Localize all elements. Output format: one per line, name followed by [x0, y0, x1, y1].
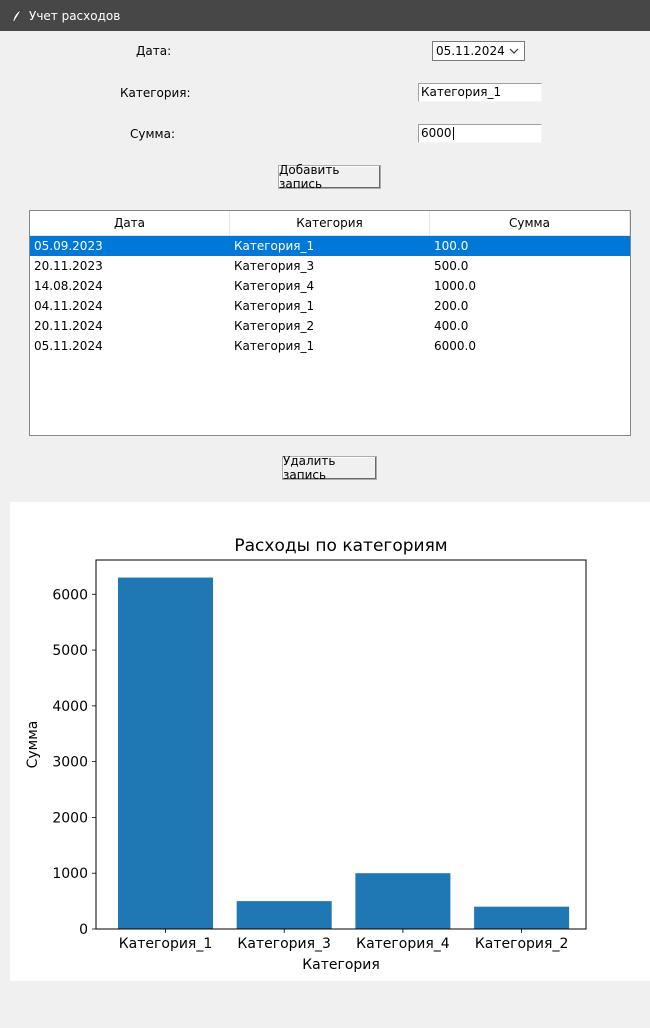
column-header-sum[interactable]: Сумма: [430, 211, 630, 235]
cell-category: Категория_3: [234, 259, 315, 273]
table-row[interactable]: 05.11.2024 Категория_1 6000.0: [30, 336, 630, 356]
add-record-button[interactable]: Добавить запись: [278, 163, 381, 191]
x-tick-label: Категория_2: [475, 936, 569, 952]
window-title: Учет расходов: [29, 8, 121, 23]
cell-sum: 6000.0: [434, 339, 476, 353]
cell-sum: 400.0: [434, 319, 469, 333]
feather-icon: [12, 8, 22, 23]
date-value: 05.11.2024: [436, 44, 505, 58]
cell-date: 05.11.2024: [34, 339, 103, 353]
cell-date: 05.09.2023: [34, 239, 103, 253]
title-bar: Учет расходов: [0, 0, 650, 31]
category-label: Категория:: [120, 86, 191, 100]
cell-category: Категория_4: [234, 279, 315, 293]
cell-category: Категория_1: [234, 299, 315, 313]
chart-figure: Категория_1 Категория_3 Категория_4 Категор…: [10, 502, 650, 981]
sum-label: Сумма:: [130, 127, 175, 141]
delete-record-button[interactable]: Удалить запись: [282, 454, 377, 482]
cell-sum: 1000.0: [434, 279, 476, 293]
table-header: Дата Категория Сумма: [30, 211, 630, 236]
cell-category: Категория_2: [234, 319, 315, 333]
cell-date: 04.11.2024: [34, 299, 103, 313]
y-tick-label: 1000: [52, 866, 88, 882]
table-row[interactable]: 20.11.2024 Категория_2 400.0: [30, 316, 630, 336]
text-caret: [452, 127, 454, 140]
chart-title: Расходы по категориям: [234, 536, 447, 556]
table-row[interactable]: 14.08.2024 Категория_4 1000.0: [30, 276, 630, 296]
column-header-date[interactable]: Дата: [30, 211, 230, 235]
y-tick-label: 6000: [52, 587, 88, 603]
table-row[interactable]: 05.09.2023 Категория_1 100.0: [30, 236, 630, 256]
category-input-value: Категория_1: [421, 85, 502, 99]
bar: [355, 873, 451, 929]
table-row[interactable]: 04.11.2024 Категория_1 200.0: [30, 296, 630, 316]
y-axis-label: Сумма: [25, 721, 41, 769]
chevron-down-icon[interactable]: [508, 45, 520, 57]
expenses-bar-chart: Категория_1 Категория_3 Категория_4 Категор…: [25, 536, 587, 973]
y-tick-label: 3000: [52, 755, 88, 771]
sum-input[interactable]: 6000: [418, 124, 542, 143]
bar: [474, 906, 570, 929]
cell-sum: 200.0: [434, 299, 469, 313]
x-axis-label: Категория: [302, 957, 380, 973]
cell-sum: 500.0: [434, 259, 469, 273]
table-row[interactable]: 20.11.2023 Категория_3 500.0: [30, 256, 630, 276]
column-header-category[interactable]: Категория: [230, 211, 430, 235]
category-input[interactable]: Категория_1: [418, 83, 542, 102]
cell-sum: 100.0: [434, 239, 469, 253]
y-tick-label: 2000: [52, 810, 88, 826]
bar: [236, 901, 332, 929]
y-tick-label: 0: [79, 922, 88, 938]
cell-date: 14.08.2024: [34, 279, 103, 293]
cell-date: 20.11.2024: [34, 319, 103, 333]
sum-input-value: 6000: [421, 126, 452, 140]
x-tick-label: Категория_1: [119, 936, 213, 952]
y-tick-label: 4000: [52, 699, 88, 715]
date-dropdown[interactable]: 05.11.2024: [432, 41, 525, 61]
x-tick-label: Категория_3: [237, 936, 331, 952]
records-table[interactable]: Дата Категория Сумма 05.09.2023 Категори…: [29, 210, 631, 436]
date-label: Дата:: [136, 44, 172, 58]
x-tick-label: Категория_4: [356, 936, 450, 952]
cell-category: Категория_1: [234, 339, 315, 353]
cell-category: Категория_1: [234, 239, 315, 253]
bar: [118, 577, 213, 929]
y-tick-label: 5000: [52, 643, 88, 659]
cell-date: 20.11.2023: [34, 259, 103, 273]
